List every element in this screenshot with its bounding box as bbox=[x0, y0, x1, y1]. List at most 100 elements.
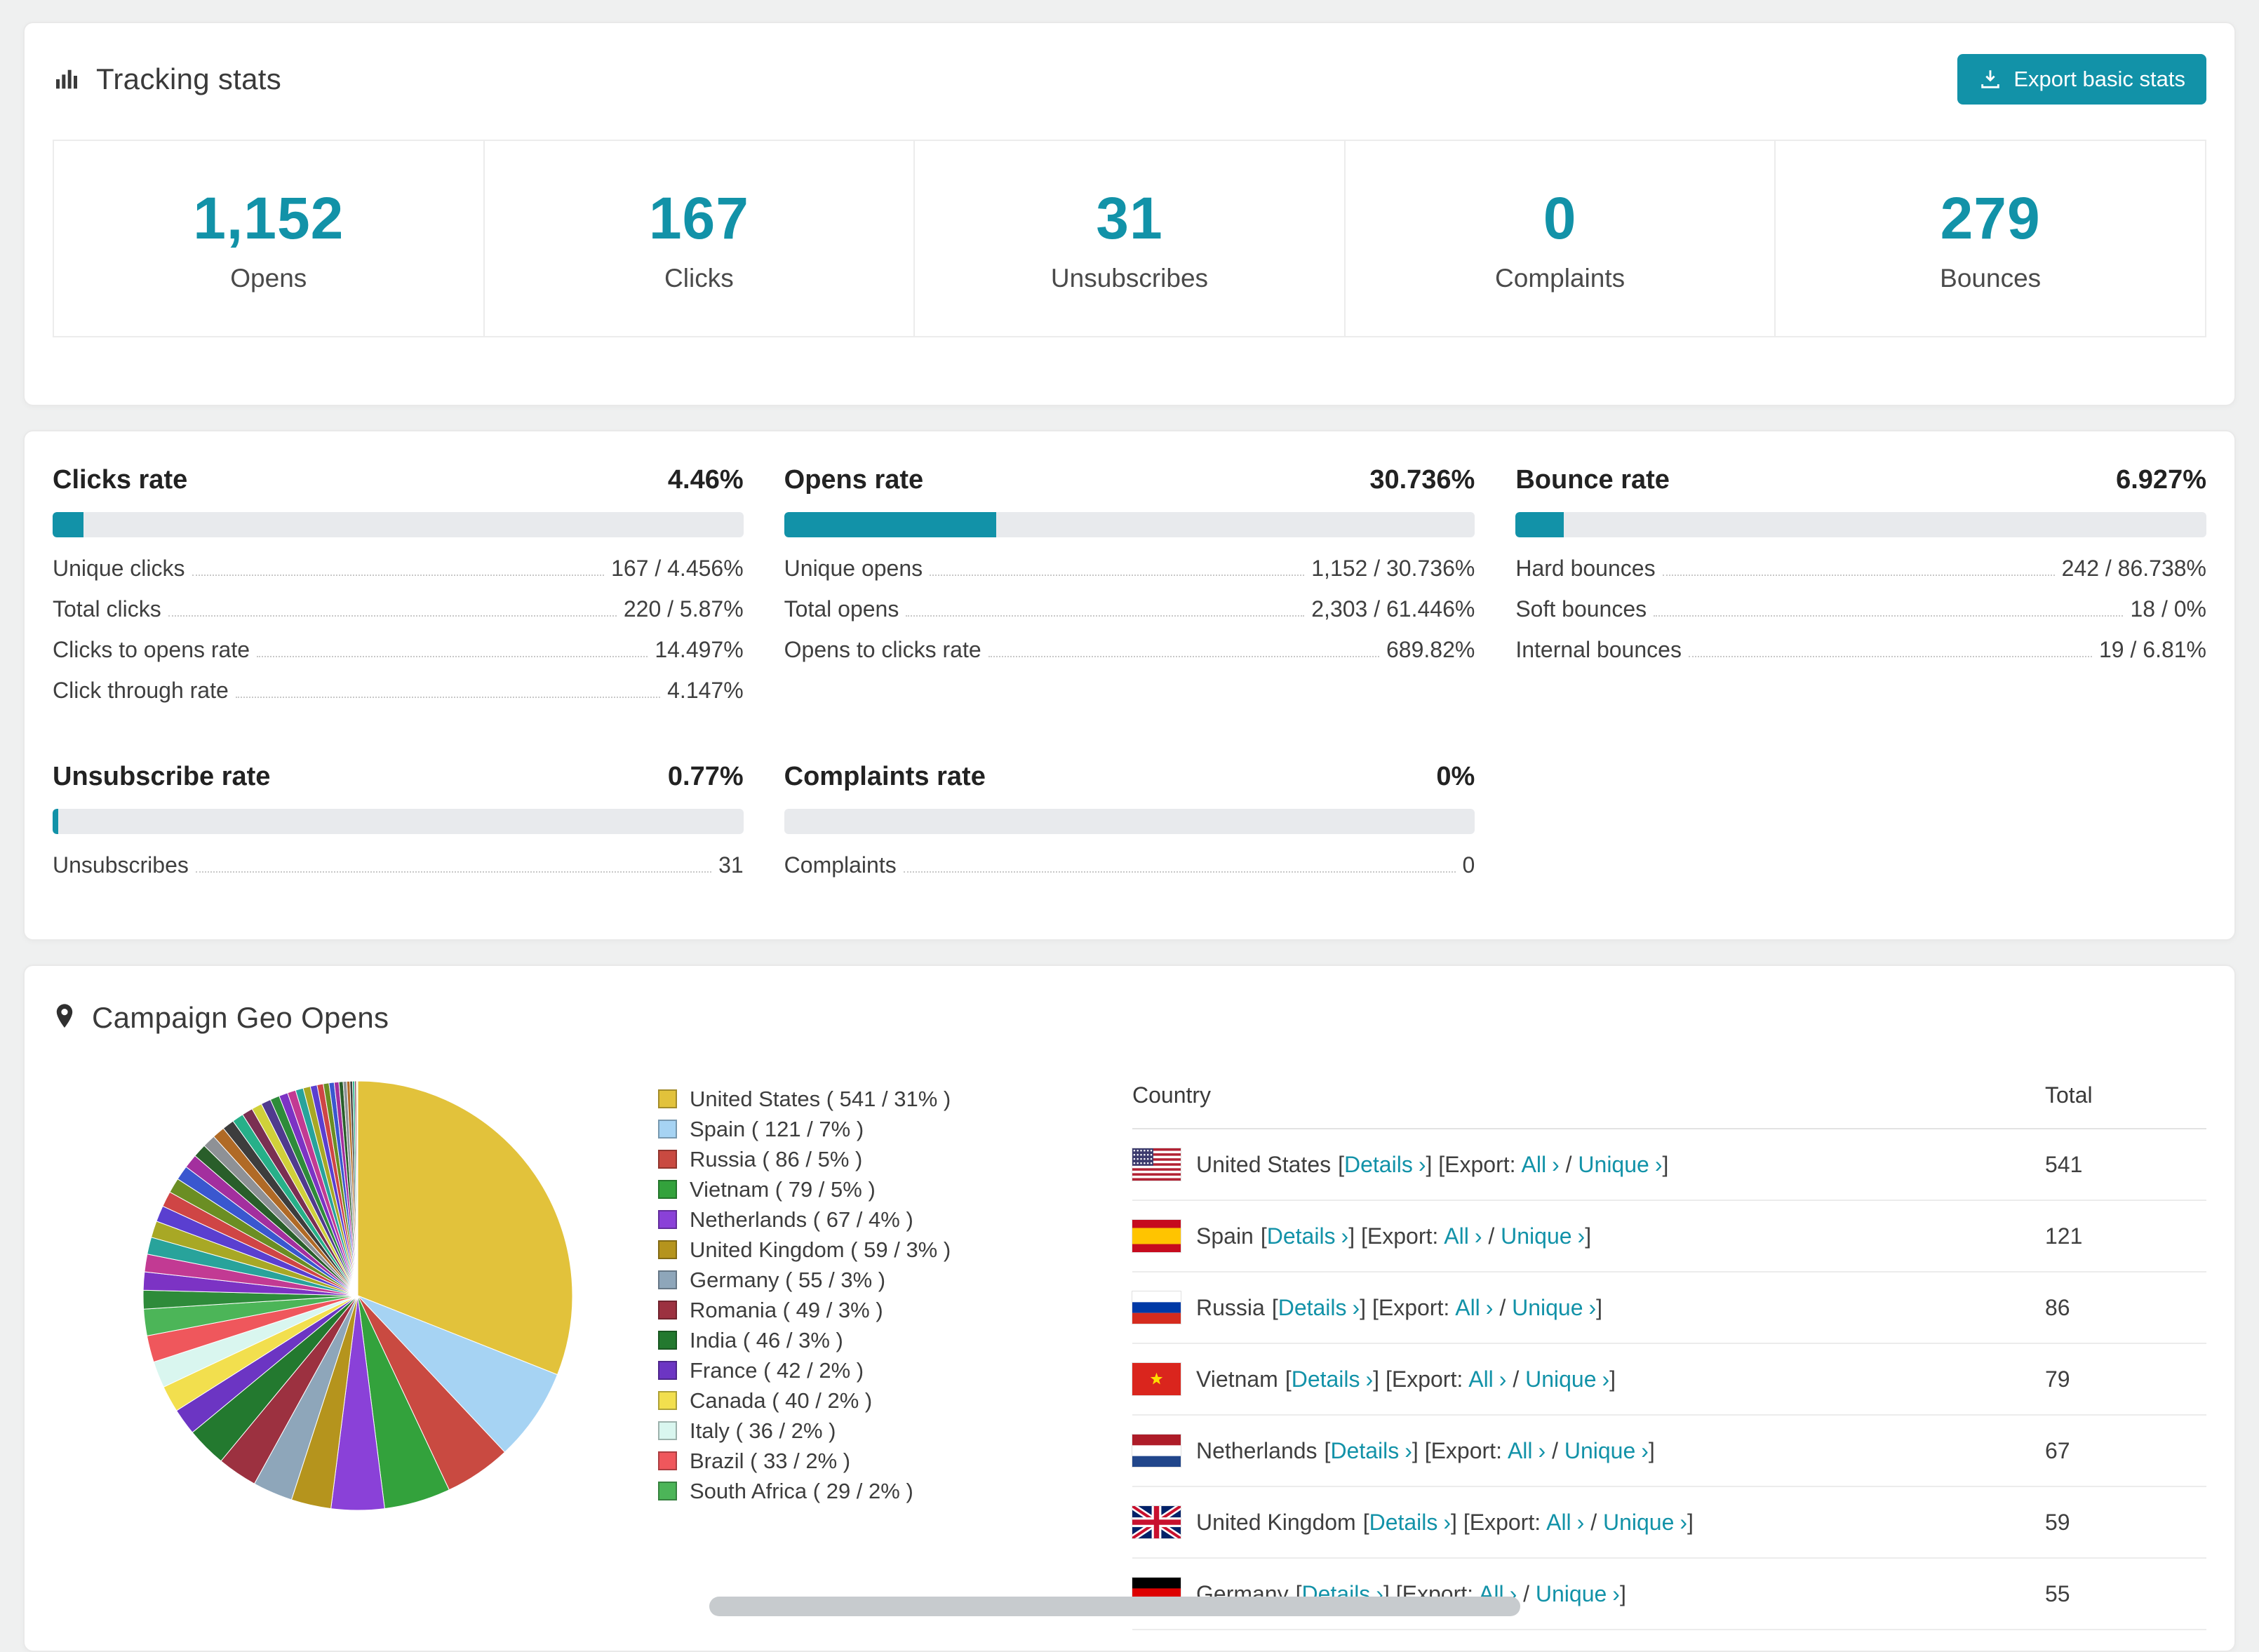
country-cell-text: Vietnam [Details ›] [Export: All › / Unique ›… bbox=[1196, 1363, 1616, 1395]
export-unique-link[interactable]: Unique › bbox=[1603, 1510, 1687, 1535]
export-all-link[interactable]: All › bbox=[1444, 1223, 1482, 1249]
export-unique-link[interactable]: Unique › bbox=[1525, 1366, 1609, 1392]
legend-swatch bbox=[658, 1391, 677, 1410]
bracket: [ bbox=[1260, 1223, 1267, 1249]
export-unique-link[interactable]: Unique › bbox=[1501, 1223, 1585, 1249]
dotted-leader bbox=[906, 615, 1305, 617]
details-link[interactable]: Details › bbox=[1344, 1152, 1426, 1177]
details-label: Details bbox=[1291, 1366, 1360, 1392]
rate-row-label: Clicks to opens rate bbox=[53, 637, 250, 662]
geo-body: United States ( 541 / 31% ) Spain ( 121 /… bbox=[53, 1066, 2206, 1630]
country-total: 59 bbox=[2045, 1486, 2206, 1559]
chevron-right-icon: › bbox=[1352, 1295, 1360, 1320]
rate-title: Bounce rate bbox=[1515, 465, 1670, 495]
legend-item: Netherlands ( 67 / 4% ) bbox=[658, 1204, 1121, 1235]
legend-label: India ( 46 / 3% ) bbox=[690, 1327, 843, 1352]
details-link[interactable]: Details › bbox=[1278, 1295, 1360, 1320]
geo-table-row: Spain [Details ›] [Export: All › / Unique ›] … bbox=[1132, 1200, 2206, 1272]
details-link[interactable]: Details › bbox=[1330, 1438, 1412, 1463]
dotted-leader bbox=[1654, 615, 2124, 617]
export-all-link[interactable]: All › bbox=[1522, 1152, 1560, 1177]
horizontal-scrollbar[interactable] bbox=[709, 1597, 1520, 1616]
country-total: 67 bbox=[2045, 1415, 2206, 1487]
details-link[interactable]: Details › bbox=[1369, 1510, 1451, 1535]
legend-label: Brazil ( 33 / 2% ) bbox=[690, 1448, 851, 1473]
rates-grid: Clicks rate 4.46% Unique clicks 167 / 4.… bbox=[53, 465, 2206, 893]
pie-legend: United States ( 541 / 31% ) Spain ( 121 /… bbox=[658, 1066, 1121, 1506]
export-label: Export: bbox=[1391, 1366, 1463, 1392]
details-link[interactable]: Details › bbox=[1267, 1223, 1348, 1249]
geo-table-row: Netherlands [Details ›] [Export: All › / Uni… bbox=[1132, 1415, 2206, 1487]
country-flag-icon bbox=[1132, 1505, 1181, 1539]
pie-chart-svg bbox=[142, 1080, 573, 1511]
bracket: ] bbox=[1619, 1581, 1626, 1606]
export-all-label: All bbox=[1521, 1152, 1547, 1177]
dotted-leader bbox=[192, 575, 605, 576]
rate-row-value: 4.147% bbox=[667, 678, 744, 703]
bracket: [ bbox=[1463, 1510, 1470, 1535]
stat-value: 1,152 bbox=[193, 184, 344, 251]
export-label: Export: bbox=[1430, 1438, 1502, 1463]
rate-row-label: Hard bounces bbox=[1515, 556, 1656, 581]
dotted-leader bbox=[195, 871, 712, 873]
chevron-right-icon: › bbox=[1612, 1581, 1620, 1606]
geo-table-row: Russia [Details ›] [Export: All › / Unique ›]… bbox=[1132, 1272, 2206, 1344]
rate-title: Complaints rate bbox=[784, 762, 986, 791]
rate-row: Opens to clicks rate 689.82% bbox=[784, 637, 1475, 678]
dotted-leader bbox=[930, 575, 1305, 576]
country-cell-text: Spain [Details ›] [Export: All › / Unique ›] bbox=[1196, 1220, 1591, 1252]
legend-label: Italy ( 36 / 2% ) bbox=[690, 1418, 836, 1443]
geo-table: Country Total United States [Details ›] [E… bbox=[1132, 1066, 2206, 1630]
export-all-label: All bbox=[1507, 1438, 1533, 1463]
legend-item: Canada ( 40 / 2% ) bbox=[658, 1385, 1121, 1416]
export-all-link[interactable]: All › bbox=[1508, 1438, 1546, 1463]
export-basic-stats-button[interactable]: Export basic stats bbox=[1957, 54, 2206, 105]
export-unique-link[interactable]: Unique › bbox=[1564, 1438, 1649, 1463]
rate-row-value: 19 / 6.81% bbox=[2099, 637, 2206, 662]
country-cell-text: United States [Details ›] [Export: All › / U… bbox=[1196, 1148, 1668, 1181]
country-name: Vietnam bbox=[1196, 1366, 1278, 1392]
rate-section: Bounce rate 6.927% Hard bounces 242 / 86… bbox=[1515, 465, 2206, 718]
stat-value: 0 bbox=[1543, 184, 1577, 251]
bracket: ] bbox=[1451, 1510, 1457, 1535]
export-all-label: All bbox=[1455, 1295, 1480, 1320]
rate-progress-bar bbox=[784, 809, 1475, 834]
export-unique-link[interactable]: Unique › bbox=[1578, 1152, 1662, 1177]
stat-card: 0 Complaints bbox=[1343, 140, 1776, 337]
rate-progress-bar bbox=[784, 512, 1475, 537]
tracking-stats-card: Tracking stats Export basic stats 1,152 … bbox=[23, 22, 2236, 406]
rate-row-value: 14.497% bbox=[655, 637, 744, 662]
rate-title: Opens rate bbox=[784, 465, 924, 495]
legend-item: Spain ( 121 / 7% ) bbox=[658, 1114, 1121, 1144]
country-cell: United States [Details ›] [Export: All › / U… bbox=[1132, 1148, 2045, 1181]
rate-row: Total opens 2,303 / 61.446% bbox=[784, 596, 1475, 637]
export-unique-link[interactable]: Unique › bbox=[1536, 1581, 1620, 1606]
export-unique-link[interactable]: Unique › bbox=[1512, 1295, 1596, 1320]
country-name: Spain bbox=[1196, 1223, 1254, 1249]
country-total: 79 bbox=[2045, 1343, 2206, 1416]
tracking-stats-title: Tracking stats bbox=[96, 62, 282, 95]
separator: / bbox=[1488, 1223, 1495, 1249]
stat-label: Bounces bbox=[1940, 263, 2042, 293]
rate-row: Hard bounces 242 / 86.738% bbox=[1515, 556, 2206, 596]
stat-label: Opens bbox=[230, 263, 307, 293]
stat-card: 167 Clicks bbox=[483, 140, 916, 337]
bracket: ] bbox=[1426, 1152, 1433, 1177]
export-all-link[interactable]: All › bbox=[1455, 1295, 1493, 1320]
rate-row-label: Opens to clicks rate bbox=[784, 637, 981, 662]
export-all-link[interactable]: All › bbox=[1546, 1510, 1584, 1535]
legend-label: Russia ( 86 / 5% ) bbox=[690, 1146, 863, 1171]
rate-progress-fill bbox=[53, 512, 83, 537]
rate-row: Unique opens 1,152 / 30.736% bbox=[784, 556, 1475, 596]
stat-label: Clicks bbox=[664, 263, 734, 293]
export-basic-stats-label: Export basic stats bbox=[2013, 67, 2185, 91]
legend-item: India ( 46 / 3% ) bbox=[658, 1325, 1121, 1355]
rate-row: Unique clicks 167 / 4.456% bbox=[53, 556, 744, 596]
export-all-link[interactable]: All › bbox=[1468, 1366, 1506, 1392]
bracket: [ bbox=[1338, 1152, 1344, 1177]
country-cell-text: Netherlands [Details ›] [Export: All › / Uni… bbox=[1196, 1435, 1655, 1467]
rate-row: Total clicks 220 / 5.87% bbox=[53, 596, 744, 637]
stat-value: 167 bbox=[648, 184, 749, 251]
details-link[interactable]: Details › bbox=[1292, 1366, 1373, 1392]
rate-progress-fill bbox=[1515, 512, 1564, 537]
